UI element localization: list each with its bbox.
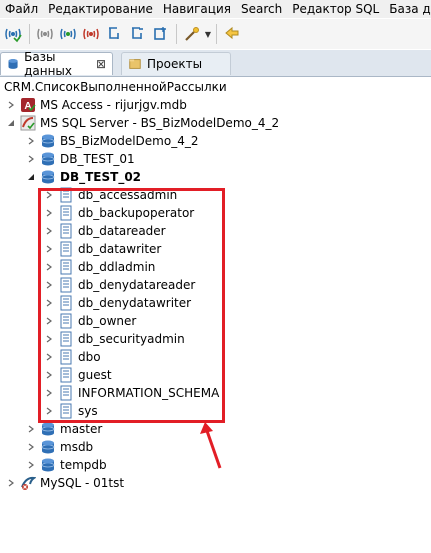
tree-node-database[interactable]: DB_TEST_02 <box>26 168 141 186</box>
database-icon <box>40 169 56 185</box>
tools-button[interactable] <box>181 23 203 45</box>
wand-icon <box>185 27 199 41</box>
tree-node-label: tempdb <box>60 458 107 472</box>
transaction-mode-button[interactable] <box>149 23 171 45</box>
transaction-icon <box>154 27 166 40</box>
tree-node-mysql[interactable]: MySQL - 01tst <box>6 474 124 492</box>
tree-node-database[interactable]: BS_BizModelDemo_4_2 <box>26 132 198 150</box>
disconnect-icon <box>83 28 99 40</box>
reconnect-icon <box>60 28 76 40</box>
access-icon: A <box>20 97 36 113</box>
toolbar: ▼ <box>0 19 431 49</box>
tab-databases[interactable]: Базы данных ⊠ <box>0 50 113 78</box>
menu-bar: Файл Редактирование Навигация Search Ред… <box>0 0 431 18</box>
close-icon[interactable]: ⊠ <box>96 57 106 71</box>
tree-node-label: BS_BizModelDemo_4_2 <box>60 134 199 148</box>
chevron-down-icon: ▼ <box>204 29 212 39</box>
menu-file[interactable]: Файл <box>0 0 43 18</box>
reconnect-button[interactable] <box>57 23 79 45</box>
database-icon <box>40 421 56 437</box>
tree-node-ms-sql-server[interactable]: MS SQL Server - BS_BizModelDemo_4_2 <box>6 114 279 132</box>
tree-node-label: DB_TEST_01 <box>60 152 135 166</box>
menu-sql-editor[interactable]: Редактор SQL <box>287 0 384 18</box>
mssql-server-icon <box>20 115 36 131</box>
expand-arrow-icon[interactable] <box>6 100 16 110</box>
menu-database[interactable]: База данных <box>384 0 431 18</box>
tree-node-label: MS SQL Server - BS_BizModelDemo_4_2 <box>40 116 280 130</box>
toolbar-separator <box>176 24 177 44</box>
view-tab-bar: Базы данных ⊠ Проекты <box>0 50 431 78</box>
toolbar-separator <box>29 24 30 44</box>
menu-edit[interactable]: Редактирование <box>43 0 158 18</box>
collapse-arrow-icon[interactable] <box>26 172 36 182</box>
connect-button[interactable] <box>34 23 56 45</box>
back-button[interactable] <box>221 23 243 45</box>
menu-search[interactable]: Search <box>236 0 287 18</box>
tab-databases-label: Базы данных <box>24 50 73 78</box>
tree-node-database[interactable]: tempdb <box>26 456 107 474</box>
database-icon <box>40 439 56 455</box>
expand-arrow-icon[interactable] <box>26 442 36 452</box>
tools-dropdown[interactable]: ▼ <box>204 23 212 45</box>
connect-icon <box>37 28 53 40</box>
highlight-rectangle <box>38 188 225 423</box>
database-icon <box>40 133 56 149</box>
expand-arrow-icon[interactable] <box>26 424 36 434</box>
expand-arrow-icon[interactable] <box>6 478 16 488</box>
tree-node-label: MySQL - 01tst <box>40 476 125 490</box>
expand-arrow-icon[interactable] <box>26 136 36 146</box>
rollback-icon <box>132 27 143 39</box>
database-icon <box>8 59 18 69</box>
red-arrow-icon <box>200 422 222 469</box>
plug-icon <box>5 28 22 43</box>
commit-icon <box>109 27 119 39</box>
expand-arrow-icon[interactable] <box>26 154 36 164</box>
transaction-rollback-button[interactable] <box>126 23 148 45</box>
tab-projects-label: Проекты <box>147 57 203 71</box>
tree-node-label: DB_TEST_02 <box>60 170 142 184</box>
breadcrumb: CRM.СписокВыполненнойРассылки <box>4 80 227 94</box>
transaction-commit-button[interactable] <box>103 23 125 45</box>
tree-node-label: msdb <box>60 440 94 454</box>
new-connection-button[interactable] <box>2 23 24 45</box>
expand-arrow-icon[interactable] <box>26 460 36 470</box>
mysql-icon <box>20 475 36 491</box>
tree-node-database[interactable]: msdb <box>26 438 93 456</box>
tree-node-database[interactable]: DB_TEST_01 <box>26 150 135 168</box>
projects-icon <box>129 59 141 69</box>
tree-node-label: MS Access - rijurjgv.mdb <box>40 98 187 112</box>
toolbar-separator <box>216 24 217 44</box>
disconnect-button[interactable] <box>80 23 102 45</box>
menu-navigate[interactable]: Навигация <box>158 0 236 18</box>
back-arrow-icon <box>225 26 239 40</box>
tab-projects[interactable]: Проекты <box>121 52 231 75</box>
database-icon <box>40 457 56 473</box>
collapse-arrow-icon[interactable] <box>6 118 16 128</box>
tree-node-ms-access[interactable]: A MS Access - rijurjgv.mdb <box>6 96 187 114</box>
database-icon <box>40 151 56 167</box>
